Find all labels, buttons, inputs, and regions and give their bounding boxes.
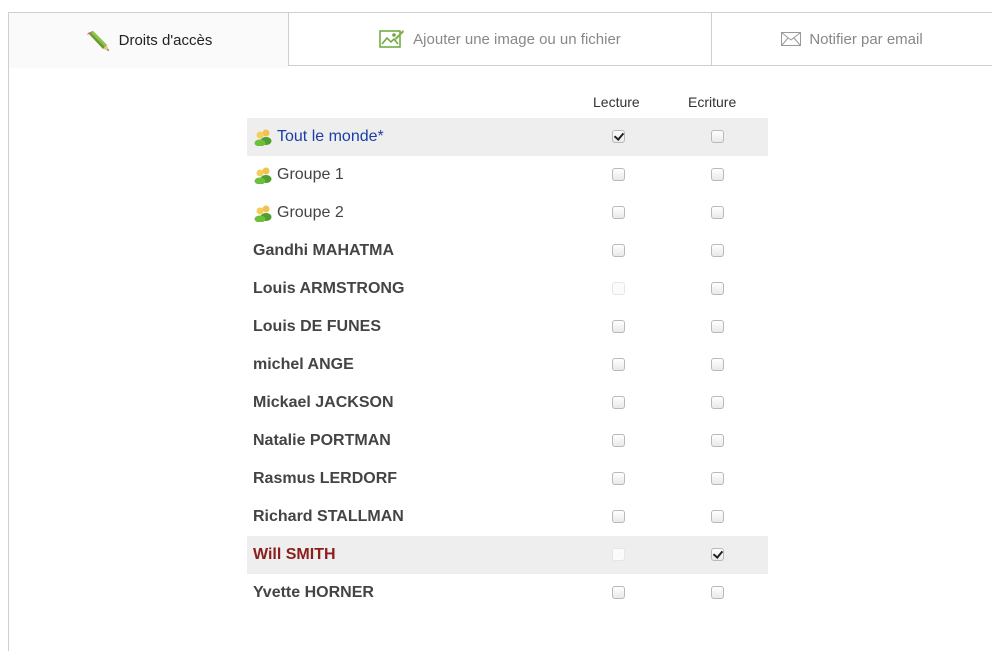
group-users-icon xyxy=(253,166,273,184)
write-checkbox[interactable] xyxy=(711,510,724,523)
permissions-header: Lecture Ecriture xyxy=(247,86,768,118)
user-name: Gandhi MAHATMA xyxy=(253,232,394,270)
row-label: Will SMITH xyxy=(253,546,336,563)
permission-row: Natalie PORTMAN xyxy=(247,422,768,460)
write-checkbox[interactable] xyxy=(711,168,724,181)
read-checkbox[interactable] xyxy=(612,472,625,485)
user-name: Louis ARMSTRONG xyxy=(253,270,404,308)
row-label: Rasmus LERDORF xyxy=(253,470,398,487)
user-name: Rasmus LERDORF xyxy=(253,460,397,498)
read-checkbox xyxy=(612,282,625,295)
row-label: Yvette HORNER xyxy=(253,584,374,601)
write-checkbox[interactable] xyxy=(711,548,724,561)
permission-row: Louis ARMSTRONG xyxy=(247,270,768,308)
write-checkbox[interactable] xyxy=(711,358,724,371)
read-checkbox[interactable] xyxy=(612,396,625,409)
permission-row: Gandhi MAHATMA xyxy=(247,232,768,270)
tab-bar: Droits d'accès Ajouter une image ou un f… xyxy=(8,12,992,68)
read-checkbox[interactable] xyxy=(612,434,625,447)
write-checkbox[interactable] xyxy=(711,244,724,257)
row-label: Groupe 2 xyxy=(277,204,344,221)
row-label: Gandhi MAHATMA xyxy=(253,242,395,259)
permission-row: Rasmus LERDORF xyxy=(247,460,768,498)
row-label: Richard STALLMAN xyxy=(253,508,404,525)
permission-row: michel ANGE xyxy=(247,346,768,384)
user-name: Richard STALLMAN xyxy=(253,498,404,536)
write-checkbox[interactable] xyxy=(711,472,724,485)
permissions-grid: Lecture Ecriture Tout le monde* Groupe 1 G… xyxy=(247,86,768,612)
tab-add-file-label: Ajouter une image ou un fichier xyxy=(413,30,621,48)
read-checkbox[interactable] xyxy=(612,510,625,523)
tab-notify-email-label: Notifier par email xyxy=(809,30,923,48)
read-checkbox[interactable] xyxy=(612,244,625,257)
pencil-icon xyxy=(85,30,111,52)
write-checkbox[interactable] xyxy=(711,396,724,409)
read-checkbox xyxy=(612,548,625,561)
permission-row: Will SMITH xyxy=(247,536,768,574)
row-label: Louis ARMSTRONG xyxy=(253,280,405,297)
write-checkbox[interactable] xyxy=(711,282,724,295)
row-label: Tout le monde* xyxy=(277,128,384,145)
row-label: michel ANGE xyxy=(253,356,354,373)
permission-row: Mickael JACKSON xyxy=(247,384,768,422)
envelope-icon xyxy=(781,32,802,46)
permission-row: Louis DE FUNES xyxy=(247,308,768,346)
group-users-icon xyxy=(253,128,273,146)
read-checkbox[interactable] xyxy=(612,130,625,143)
read-checkbox[interactable] xyxy=(612,320,625,333)
user-name: Louis DE FUNES xyxy=(253,308,381,346)
read-checkbox[interactable] xyxy=(612,358,625,371)
column-read-header: Lecture xyxy=(593,94,640,110)
user-name: Natalie PORTMAN xyxy=(253,422,391,460)
group-users-icon xyxy=(253,204,273,222)
write-checkbox[interactable] xyxy=(711,320,724,333)
group-name: Groupe 2 xyxy=(253,194,344,232)
group-name: Tout le monde* xyxy=(253,118,384,156)
read-checkbox[interactable] xyxy=(612,168,625,181)
user-name: Will SMITH xyxy=(253,536,336,574)
tab-notify-email[interactable]: Notifier par email xyxy=(712,12,992,66)
user-name: Yvette HORNER xyxy=(253,574,374,612)
write-checkbox[interactable] xyxy=(711,130,724,143)
tab-access-rights[interactable]: Droits d'accès xyxy=(8,12,288,68)
write-checkbox[interactable] xyxy=(711,434,724,447)
user-name: michel ANGE xyxy=(253,346,354,384)
permission-row: Tout le monde* xyxy=(247,118,768,156)
permissions-rows: Tout le monde* Groupe 1 Groupe 2 Gandhi MAH… xyxy=(247,118,768,612)
permission-row: Groupe 1 xyxy=(247,156,768,194)
permission-row: Yvette HORNER xyxy=(247,574,768,612)
read-checkbox[interactable] xyxy=(612,586,625,599)
write-checkbox[interactable] xyxy=(711,206,724,219)
group-name: Groupe 1 xyxy=(253,156,344,194)
row-label: Natalie PORTMAN xyxy=(253,432,391,449)
tab-add-file[interactable]: Ajouter une image ou un fichier xyxy=(288,12,712,66)
write-checkbox[interactable] xyxy=(711,586,724,599)
permission-row: Richard STALLMAN xyxy=(247,498,768,536)
column-write-header: Ecriture xyxy=(688,94,737,110)
row-label: Louis DE FUNES xyxy=(253,318,382,335)
row-label: Groupe 1 xyxy=(277,166,344,183)
image-file-icon xyxy=(379,29,405,49)
permission-row: Groupe 2 xyxy=(247,194,768,232)
user-name: Mickael JACKSON xyxy=(253,384,394,422)
tab-access-rights-label: Droits d'accès xyxy=(118,32,213,49)
row-label: Mickael JACKSON xyxy=(253,394,394,411)
read-checkbox[interactable] xyxy=(612,206,625,219)
